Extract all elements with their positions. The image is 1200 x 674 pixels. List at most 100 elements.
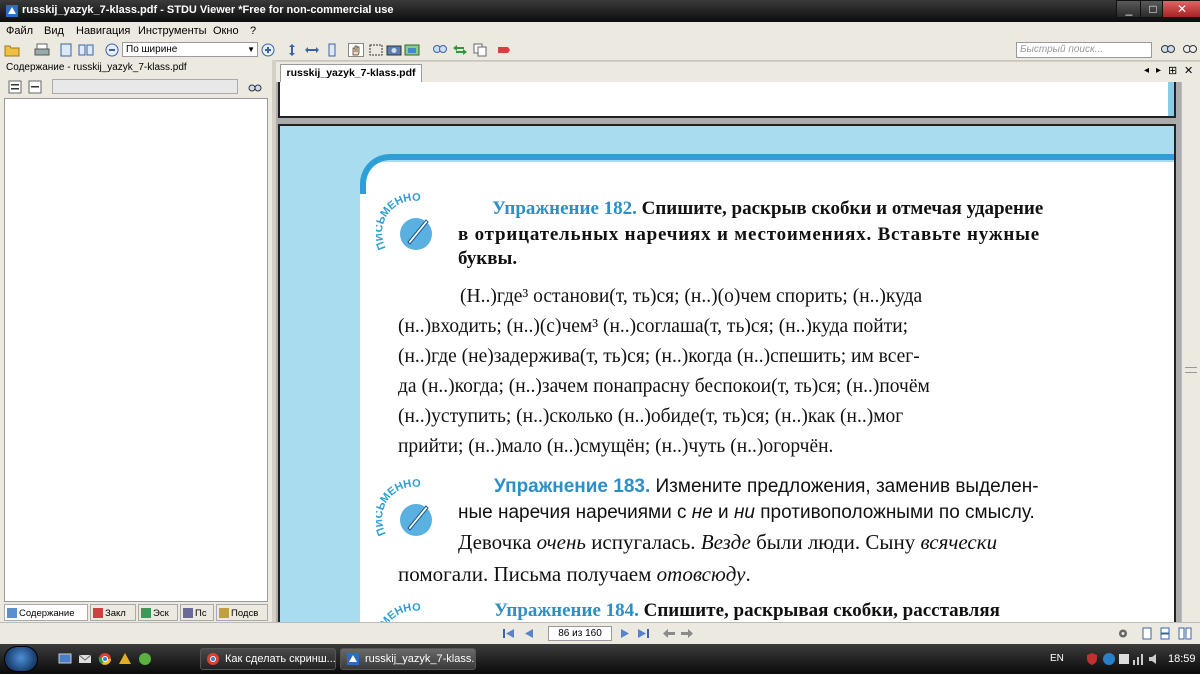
contents-filter-field[interactable] [52,79,238,94]
task-stdu-viewer[interactable]: russkij_yazyk_7-klass.... [340,648,476,670]
image-icon[interactable] [404,43,420,57]
page-frame-line [360,154,1174,194]
show-desktop-icon[interactable] [58,652,72,666]
exercise-182-heading-line1: Упражнение 182. Спишите, раскрыв скобки … [492,198,1043,220]
previous-page-icon[interactable] [522,627,536,640]
next-page-icon[interactable] [618,627,632,640]
exercise-183-line: Девочка очень испугалась. Везде были люд… [458,530,997,555]
zoom-out-icon[interactable] [104,43,120,57]
snapshot-icon[interactable] [386,43,402,57]
tab-menu-icon[interactable]: ⊞ [1168,64,1177,77]
tab-prev-icon[interactable]: ◂ [1144,65,1149,76]
first-page-icon[interactable] [502,627,516,640]
start-button[interactable] [4,646,38,672]
writing-badge-icon: ПИСЬМЕННО [376,602,421,622]
device-icon[interactable] [1118,652,1130,666]
menu-window[interactable]: Окно [213,25,239,37]
select-text-icon[interactable] [368,43,384,57]
text-run-italic: ни [733,502,755,523]
text-run: помогали. Письма получаем [398,562,657,586]
history-forward-icon[interactable] [680,627,694,640]
menu-navigation[interactable]: Навигация [76,25,130,37]
scrollbar-grip [1185,367,1197,373]
language-indicator[interactable]: EN [1050,653,1064,664]
exercise-182-line: (н..)входить; (н..)(с)чем³ (н..)соглаша(… [398,316,909,337]
tab-contents[interactable]: Содержание [4,604,88,621]
tree-expand-icon[interactable] [8,80,22,94]
zoom-select[interactable]: По ширине ▼ [122,42,258,57]
volume-icon[interactable] [1148,652,1162,666]
clock[interactable]: 18:59 [1168,653,1196,665]
continuous-view-icon[interactable] [1158,627,1172,640]
find-icon[interactable] [432,43,448,57]
text-run: испугалась. [585,530,701,554]
menu-help[interactable]: ? [250,25,256,37]
minimize-button[interactable]: _ [1116,0,1142,18]
antivirus-icon[interactable] [1086,652,1098,666]
close-button[interactable]: ✕ [1162,0,1200,18]
copy-icon[interactable] [472,43,488,57]
menu-file[interactable]: Файл [6,25,33,37]
text-run-italic: очень [536,530,586,554]
exercise-182-line: прийти; (н..)мало (н..)смущён; (н..)чуть… [398,436,834,457]
page-margin-strip [1168,82,1174,116]
network-icon[interactable] [1102,652,1116,666]
tree-collapse-icon[interactable] [28,80,42,94]
alert-icon[interactable] [118,652,132,666]
text-run-italic: всячески [920,530,998,554]
contents-tree[interactable] [4,98,268,602]
gear-icon[interactable] [1116,627,1130,640]
last-page-icon[interactable] [636,627,650,640]
single-page-view-icon[interactable] [1140,627,1154,640]
hand-tool-icon[interactable] [348,43,364,57]
print-icon[interactable] [34,43,50,57]
signal-icon[interactable] [1132,652,1144,666]
menu-view[interactable]: Вид [44,25,64,37]
binoculars-icon[interactable] [248,80,262,94]
torrent-icon[interactable] [138,652,152,666]
text-run: Девочка [458,530,537,554]
bookmark-add-icon[interactable] [496,43,512,57]
exercise-182-number: Упражнение 182. [492,198,637,219]
scrollbar-thumb[interactable] [1185,82,1197,622]
fit-page-icon[interactable] [284,43,300,57]
search-icon[interactable] [1160,43,1176,57]
task-chrome[interactable]: Как сделать скринш... [200,648,336,670]
menu-tools[interactable]: Инструменты [138,25,207,37]
tab-next-icon[interactable]: ▸ [1156,65,1161,76]
chevron-down-icon: ▼ [247,45,255,54]
exercise-183-heading-line1: Упражнение 183. Измените предложения, за… [494,476,1039,498]
exercise-184-task: Спишите, раскрывая скобки, расставляя [638,600,1000,621]
tab-search-label: Пс [195,608,207,619]
exercise-182-task-1: Спишите, раскрыв скобки и отмечая ударен… [636,198,1044,219]
back-forward-icon[interactable] [452,43,468,57]
tab-highlights[interactable]: Подсв [216,604,268,621]
thumbnails-icon [141,608,151,618]
zoom-in-icon[interactable] [260,43,276,57]
fit-width-icon[interactable] [304,43,320,57]
open-folder-icon[interactable] [4,43,20,57]
page-number-field[interactable]: 86 из 160 [548,626,612,641]
current-page: ПИСЬМЕННО Упражнение 182. Спишите, раскр… [278,124,1176,622]
mail-icon[interactable] [78,652,92,666]
two-pages-icon[interactable] [78,43,94,57]
exercise-182-line: (н..)где (не)задержива(т, ть)ся; (н..)ко… [398,346,920,367]
text-run: были люди. Сыну [750,530,921,554]
chrome-icon[interactable] [98,652,112,666]
fit-height-icon[interactable] [324,43,340,57]
history-back-icon[interactable] [662,627,676,640]
tab-thumbnails[interactable]: Эск [138,604,178,621]
document-tab[interactable]: russkij_yazyk_7-klass.pdf [280,64,422,82]
panel-tabs: Содержание Закл Эск Пс Подсв [4,604,268,622]
single-page-icon[interactable] [58,43,74,57]
quick-search-input[interactable]: Быстрый поиск... [1016,42,1152,58]
menu-bar: Файл Вид Навигация Инструменты Окно ? [0,22,1200,40]
facing-view-icon[interactable] [1178,627,1192,640]
tab-bookmarks[interactable]: Закл [90,604,136,621]
tab-close-icon[interactable]: ✕ [1184,64,1193,77]
search-options-icon[interactable] [1182,43,1198,57]
writing-badge-icon: ПИСЬМЕННО [376,192,432,251]
document-viewport[interactable]: ПИСЬМЕННО Упражнение 182. Спишите, раскр… [276,82,1181,622]
tab-search[interactable]: Пс [180,604,214,621]
vertical-scrollbar[interactable] [1181,82,1200,622]
